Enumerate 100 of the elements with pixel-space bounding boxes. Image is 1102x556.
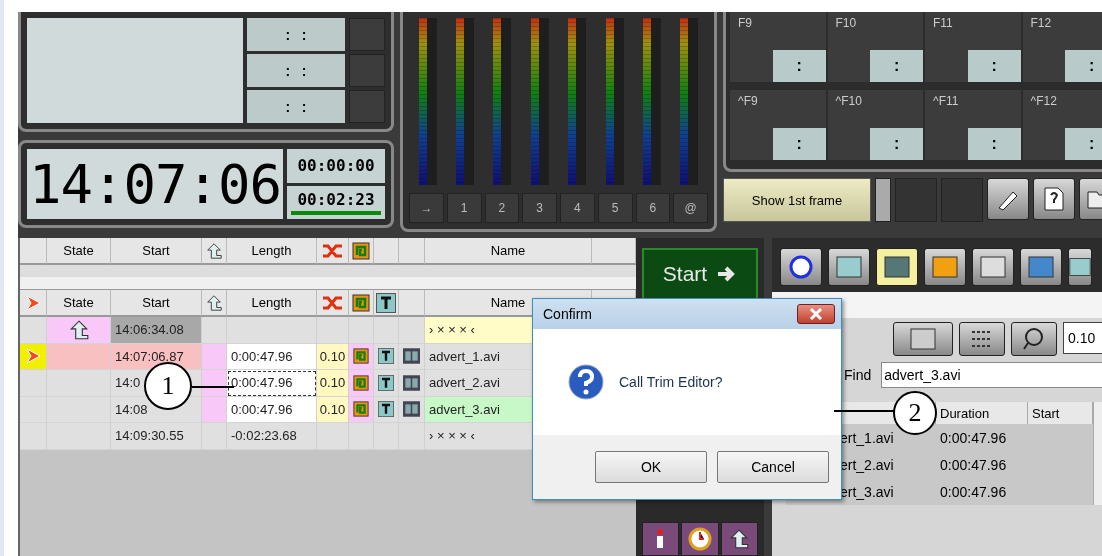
hotkey-time-slot: : [967, 127, 1021, 160]
channel-button[interactable]: 1 [446, 193, 482, 223]
header-cell [592, 238, 636, 265]
dialog-message: Call Trim Editor? [619, 374, 723, 390]
length-cell: 0:00:47.96 [227, 370, 317, 397]
question-icon [567, 363, 605, 401]
close-button[interactable] [797, 304, 835, 324]
hotkey-button[interactable]: F12 [1022, 12, 1102, 50]
hotkey-key[interactable] [827, 127, 871, 160]
duration-cell-text: 0:00:47.96 [939, 482, 1008, 502]
header-cell [399, 238, 425, 265]
play-arrow-icon [24, 347, 42, 366]
length-cell: 0:00:47.96 [227, 343, 317, 370]
spiral-icon [352, 241, 370, 260]
channel-button[interactable]: 3 [522, 193, 557, 223]
start-time-cell: 14:06:34.08 [111, 317, 202, 344]
column-header[interactable]: State [47, 238, 111, 265]
up-arrow-icon [205, 293, 223, 312]
shuffle-icon [321, 294, 344, 311]
hotkey-button[interactable]: F9 [730, 12, 826, 50]
column-header[interactable]: Start [1028, 402, 1093, 424]
spiral-icon [352, 293, 370, 312]
column-header[interactable]: Start [111, 290, 202, 317]
hotkey-time-slot: : [870, 127, 923, 160]
table-cell [202, 396, 227, 423]
column-header[interactable]: Duration [936, 402, 1028, 424]
time-slot: : : [247, 90, 345, 123]
time-counter: 00:00:00 [297, 156, 375, 176]
up-arrow-icon [67, 318, 90, 341]
start-button[interactable]: Start [642, 248, 758, 300]
column-header[interactable]: Name [425, 238, 592, 265]
spiral-icon [353, 347, 369, 366]
pen-icon[interactable] [987, 178, 1029, 220]
table-cell [317, 423, 349, 450]
hotkey-button[interactable]: ^F11 [925, 89, 1021, 128]
hotkey-time-slot: : [870, 50, 923, 82]
duration-cell-text: 0:00:47.96 [939, 428, 1008, 448]
duration-cell-text: 0:00:47.96 [939, 455, 1008, 475]
length-cell: 0:00:47.96 [227, 396, 317, 423]
column-header[interactable]: Length [227, 290, 317, 317]
channel-button[interactable]: 5 [597, 193, 633, 223]
channel-button[interactable]: 4 [560, 193, 595, 223]
hotkey-key[interactable] [827, 50, 871, 82]
column-header[interactable]: State [47, 290, 111, 317]
clock-icon[interactable] [681, 522, 719, 556]
shuffle-icon [321, 242, 344, 259]
speed-cell: 0.10 [317, 370, 349, 397]
hotkey-button[interactable]: F11 [925, 12, 1021, 50]
hotkey-time-slot: : [1065, 50, 1102, 82]
hotkey-button[interactable]: F10 [827, 12, 923, 50]
table-cell [202, 370, 227, 397]
table-cell [47, 370, 111, 397]
length-cell: -0:02:23.68 [227, 423, 317, 450]
spiral-icon [353, 400, 369, 419]
up-arrow-icon [728, 528, 751, 550]
speed-cell: 0.10 [317, 396, 349, 423]
toolbar-separator [875, 178, 891, 222]
find-label: Find [844, 367, 872, 383]
find-field[interactable]: advert_3.avi [881, 362, 1102, 388]
hotkey-time-slot: : [772, 127, 826, 160]
channel-button[interactable]: 2 [484, 193, 520, 223]
table-cell [202, 423, 227, 450]
show-first-frame-button[interactable]: Show 1st frame [723, 178, 871, 222]
leader-line [834, 410, 894, 412]
table-cell [202, 343, 227, 370]
column-header[interactable]: Length [227, 238, 317, 265]
file-name-cell-text: ert_3.avi [839, 482, 895, 502]
speed-field[interactable]: 0.10 [1063, 322, 1102, 354]
table-cell [47, 423, 111, 450]
channel-button[interactable]: 6 [635, 193, 671, 223]
column-header[interactable]: Start [111, 238, 202, 265]
hotkey-key[interactable] [1022, 127, 1066, 160]
start-time-cell: 14:09:30.55 [111, 423, 202, 450]
hotkey-button[interactable]: ^F10 [827, 89, 923, 128]
toolbar-slot [941, 178, 983, 222]
channel-button[interactable]: @ [673, 193, 708, 223]
toolbar-slot [895, 178, 937, 222]
dialog-button[interactable]: Cancel [717, 451, 829, 483]
up-arrow-button[interactable] [720, 522, 758, 556]
time-slot: : : [247, 54, 345, 87]
hotkey-time-slot: : [1065, 127, 1102, 160]
hotkey-button[interactable]: ^F12 [1022, 89, 1102, 128]
clock-display: 14:07:06 [27, 149, 283, 219]
search-icon[interactable] [1011, 322, 1057, 356]
leader-line [192, 386, 234, 388]
help-document-icon[interactable] [1033, 178, 1075, 220]
close-icon [809, 308, 823, 320]
time-slot: : : [247, 18, 345, 51]
record-icon[interactable] [780, 248, 822, 286]
hotkey-key[interactable] [1022, 50, 1066, 82]
hotkey-time-slot: : [967, 50, 1021, 82]
list-icon[interactable] [959, 322, 1005, 356]
hotkey-time-slot: : [772, 50, 826, 82]
channel-button[interactable]: → [409, 193, 444, 223]
up-arrow-icon [205, 241, 223, 260]
time-counter: 00:02:23 [297, 189, 375, 209]
hotkey-button[interactable]: ^F9 [730, 89, 826, 128]
dialog-button[interactable]: OK [595, 451, 707, 483]
spiral-icon [353, 373, 369, 392]
file-name-cell-text: ert_1.avi [839, 428, 895, 448]
